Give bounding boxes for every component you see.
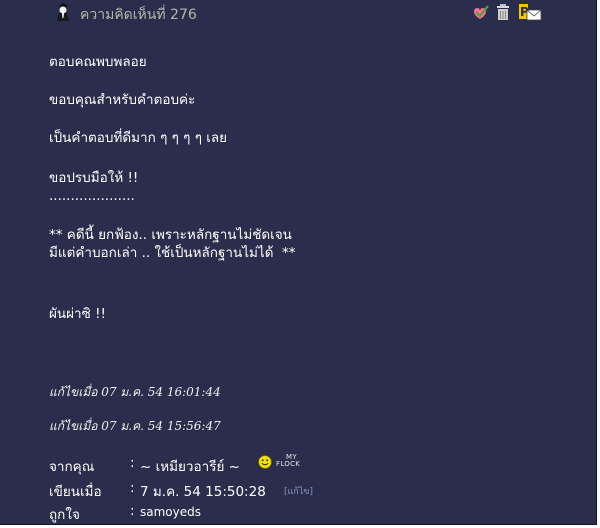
comment-header: ความคิดเห็นที่ 276 P [0, 0, 597, 28]
body-line-2: ขอบคุณสำหรับคำตอบค่ะ [49, 92, 196, 108]
pm-mail-icon[interactable]: P [518, 3, 542, 21]
like-separator: : [130, 503, 135, 519]
body-line-7: มีแต่คำบอกเล่า .. ใช้เป็นหลักฐานไม่ได้ *… [49, 245, 296, 261]
body-line-4: ขอปรบมือให้ !! [49, 170, 139, 186]
check-heart-icon[interactable] [472, 3, 490, 21]
body-line-3: เป็นคำตอบที่ดีมาก ๆ ๆ ๆ ๆ เลย [49, 130, 228, 146]
body-line-1: ตอบคณพบพลอย [49, 54, 147, 70]
body-line-5: .................... [49, 188, 135, 204]
written-separator: : [130, 480, 135, 496]
myflock-logo[interactable]: MY FLOCK [276, 454, 300, 468]
edit-link[interactable]: [แก้ไข] [284, 484, 313, 498]
like-user[interactable]: samoyeds [140, 505, 201, 519]
comment-number: ความคิดเห็นที่ 276 [80, 7, 197, 23]
from-separator: : [130, 455, 135, 471]
author-name[interactable]: ~ เหมียวอารีย์ ~ [140, 455, 240, 477]
myflock-flock-text: FLOCK [276, 460, 301, 468]
from-label: จากคุณ [49, 459, 95, 475]
edit-history-line: แก้ไขเมื่อ 07 ม.ค. 54 16:01:44 [49, 385, 221, 399]
edit-history-line: แก้ไขเมื่อ 07 ม.ค. 54 15:56:47 [49, 419, 221, 433]
written-label: เขียนเมื่อ [49, 484, 102, 500]
user-avatar-icon[interactable] [55, 2, 71, 22]
body-line-8: ผันผ่าซิ !! [49, 306, 106, 322]
body-line-6: ** คดีนี้ ยกฟ้อง.. เพราะหลักฐานไม่ชัดเจน [49, 227, 292, 243]
like-label: ถูกใจ [49, 507, 80, 523]
smiley-icon [258, 455, 272, 469]
comment-box: ความคิดเห็นที่ 276 P ตอบคณพบพลอย ขอบคุณส… [0, 0, 597, 525]
written-timestamp: 7 ม.ค. 54 15:50:28 [140, 484, 266, 500]
trash-icon[interactable] [496, 3, 510, 21]
